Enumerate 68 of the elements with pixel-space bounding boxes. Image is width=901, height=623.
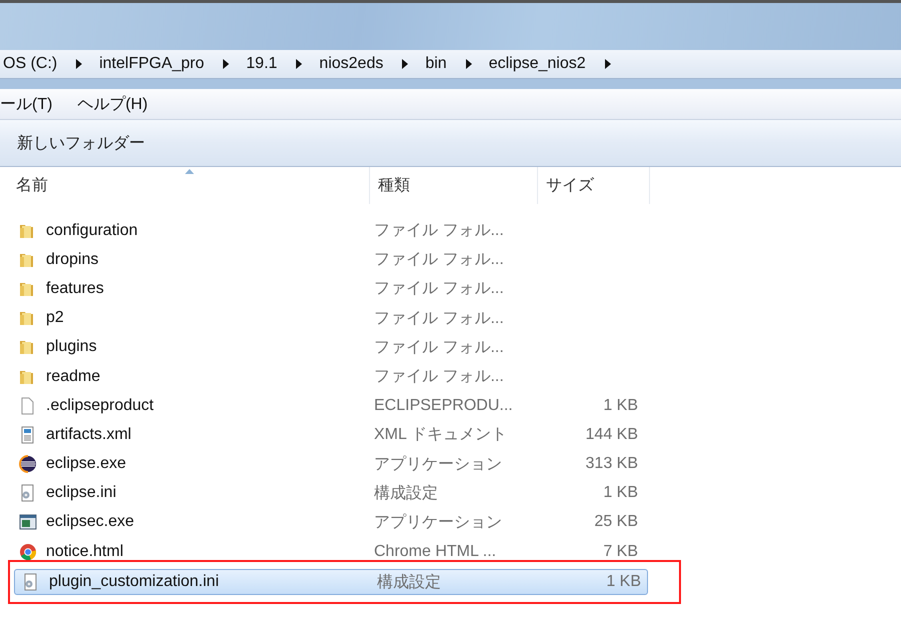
file-row[interactable]: eclipsec.exe アプリケーション 25 KB [11,509,645,536]
file-row[interactable]: eclipse.ini 構成設定 1 KB [11,480,645,506]
breadcrumb-item[interactable]: eclipse_nios2 [488,55,586,73]
file-name: readme [46,368,100,386]
file-size: 1 KB [606,573,641,590]
file-row[interactable]: eclipse.exe アプリケーション 313 KB [11,451,645,478]
file-type: 構成設定 [377,574,441,591]
file-row[interactable]: plugin_customization.ini 構成設定 1 KB [14,569,648,596]
file-row[interactable]: plugins ファイル フォル... [11,334,645,360]
breadcrumb-item[interactable]: bin [425,55,447,73]
file-type: ファイル フォル... [374,251,504,268]
sort-arrow-icon [184,169,194,174]
file-name: eclipsec.exe [46,513,134,532]
file-name: plugins [46,338,97,356]
new-folder-button[interactable]: 新しいフォルダー [9,128,153,158]
file-size: 313 KB [586,455,638,472]
column-header[interactable]: サイズ [538,167,650,204]
file-type: ファイル フォル... [374,222,504,240]
file-name: eclipse.exe [46,455,126,474]
round-logo-icon [19,542,37,561]
file-row[interactable]: configuration ファイル フォル... [11,218,645,244]
file-name: .eclipseproduct [46,396,154,415]
breadcrumb-item[interactable]: intelFPGA_pro [99,55,204,73]
menu-item[interactable]: ヘルプ(H) [77,94,148,114]
chevron-icon[interactable] [402,59,408,69]
file-row[interactable]: p2 ファイル フォル... [11,305,645,332]
file-name: artifacts.xml [46,426,132,444]
file-row[interactable]: .eclipseproduct ECLIPSEPRODU... 1 KB [11,392,645,419]
file-name: features [46,280,104,298]
file-type: ファイル フォル... [374,310,504,327]
file-type: アプリケーション [374,456,502,473]
file-type: 構成設定 [374,484,438,502]
chevron-icon[interactable] [223,59,230,69]
menu-item[interactable]: ール(T) [0,94,52,114]
file-name: p2 [46,309,64,328]
file-row[interactable]: notice.html Chrome HTML ... 7 KB [11,538,645,565]
chevron-icon[interactable] [76,59,82,69]
column-header[interactable]: 種類 [370,167,538,204]
file-name: configuration [46,222,138,240]
file-size: 25 KB [594,513,638,530]
chevron-icon[interactable] [604,59,611,69]
file-row[interactable]: readme ファイル フォル... [11,364,645,390]
file-type: ファイル フォル... [374,368,504,386]
striped-sphere-icon [19,455,37,474]
chevron-icon[interactable] [296,59,302,69]
file-row[interactable]: dropins ファイル フォル... [11,246,645,273]
chevron-icon[interactable] [466,59,472,69]
file-type: ファイル フォル... [374,338,504,356]
file-size: 7 KB [603,542,638,560]
file-name: plugin_customization.ini [49,573,219,592]
breadcrumb-item[interactable]: 19.1 [246,55,278,73]
file-type: ECLIPSEPRODU... [374,396,513,414]
file-name: dropins [46,250,98,269]
column-header[interactable]: 名前 [0,167,370,204]
breadcrumb-item[interactable]: nios2eds [319,55,384,73]
file-name: eclipse.ini [46,484,116,502]
file-row[interactable]: artifacts.xml XML ドキュメント 144 KB [11,422,645,448]
file-row[interactable]: features ファイル フォル... [11,276,645,302]
file-size: 144 KB [586,426,638,443]
file-size: 1 KB [603,396,638,414]
file-type: XML ドキュメント [374,426,507,444]
file-type: アプリケーション [374,514,502,531]
breadcrumb-item[interactable]: OS (C:) [3,55,58,73]
file-name: notice.html [46,542,124,561]
file-size: 1 KB [603,484,638,502]
file-type: ファイル フォル... [374,280,504,298]
window-icon [19,513,37,532]
file-type: Chrome HTML ... [374,542,496,560]
